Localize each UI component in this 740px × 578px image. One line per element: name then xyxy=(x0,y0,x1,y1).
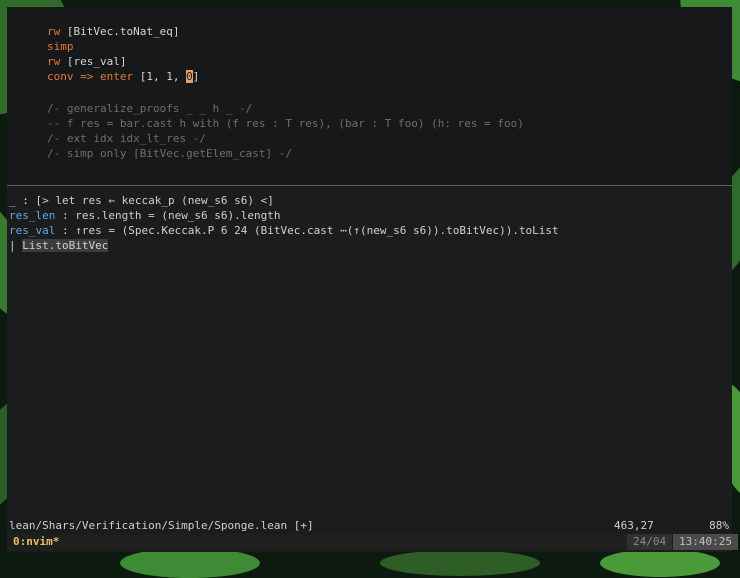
suggestion-prefix: | xyxy=(9,239,23,252)
tactic-keyword: conv => enter xyxy=(47,70,134,83)
file-path: lean/Shars/Verification/Simple/Sponge.le… xyxy=(9,519,314,532)
code-line-cursor[interactable]: conv => enter [1, 1, 0] xyxy=(47,69,199,85)
hypothesis-res-val[interactable]: res_val : ↑res = (Spec.Keccak.P 6 24 (Bi… xyxy=(9,223,559,238)
tactic-args: [BitVec.toNat_eq] xyxy=(60,25,180,38)
suggestion-line[interactable]: | List.toBitVec xyxy=(9,238,109,253)
tactic-args-end: ] xyxy=(192,70,200,83)
scroll-percent: 88% xyxy=(709,519,729,532)
suggestion-item[interactable]: List.toBitVec xyxy=(22,239,109,252)
code-line[interactable]: rw [res_val] xyxy=(47,54,126,70)
tactic-args: [1, 1, xyxy=(133,70,187,83)
terminal-window[interactable]: rw [BitVec.toNat_eq] simp rw [res_val] c… xyxy=(7,7,738,552)
hypothesis-type: : res.length = (new_s6 s6).length xyxy=(55,209,281,222)
vim-statusline: lean/Shars/Verification/Simple/Sponge.le… xyxy=(7,518,732,533)
tactic-keyword: rw xyxy=(47,25,61,38)
infoview-pane[interactable]: _ : [> let res ← keccak_p (new_s6 s6) <]… xyxy=(7,186,732,516)
tmux-clock: 13:40:25 xyxy=(673,534,738,550)
tmux-date: 24/04 xyxy=(627,534,673,550)
hypothesis-type: : ↑res = (Spec.Keccak.P 6 24 (BitVec.cas… xyxy=(55,224,559,237)
hypothesis-name: res_val xyxy=(9,224,56,237)
wallpaper-leaf xyxy=(600,549,720,577)
code-line[interactable]: simp xyxy=(47,39,74,55)
tactic-keyword: rw xyxy=(47,55,61,68)
comment-line[interactable]: /- simp only [BitVec.getElem_cast] -/ xyxy=(47,146,292,162)
tmux-statusbar: 0:nvim* 24/04 13:40:25 xyxy=(7,534,738,550)
comment-line[interactable]: -- f res = bar.cast h with (f res : T re… xyxy=(47,116,524,132)
comment-line[interactable]: /- ext idx idx_lt_res -/ xyxy=(47,131,206,147)
tactic-keyword: simp xyxy=(47,40,74,53)
editor-pane[interactable]: rw [BitVec.toNat_eq] simp rw [res_val] c… xyxy=(7,7,732,185)
comment-line[interactable]: /- generalize_proofs _ _ h _ -/ xyxy=(47,101,252,117)
tactic-args: [res_val] xyxy=(60,55,127,68)
hypothesis-name: res_len xyxy=(9,209,56,222)
cursor-position: 463,27 xyxy=(614,519,654,532)
wallpaper-leaf xyxy=(120,548,260,578)
tmux-window-tab[interactable]: 0:nvim* xyxy=(13,534,59,550)
goal-line[interactable]: _ : [> let res ← keccak_p (new_s6 s6) <] xyxy=(9,193,274,208)
wallpaper-leaf xyxy=(380,550,540,576)
text-cursor: 0 xyxy=(186,70,193,83)
code-line[interactable]: rw [BitVec.toNat_eq] xyxy=(47,24,179,40)
hypothesis-res-len[interactable]: res_len : res.length = (new_s6 s6).lengt… xyxy=(9,208,281,223)
